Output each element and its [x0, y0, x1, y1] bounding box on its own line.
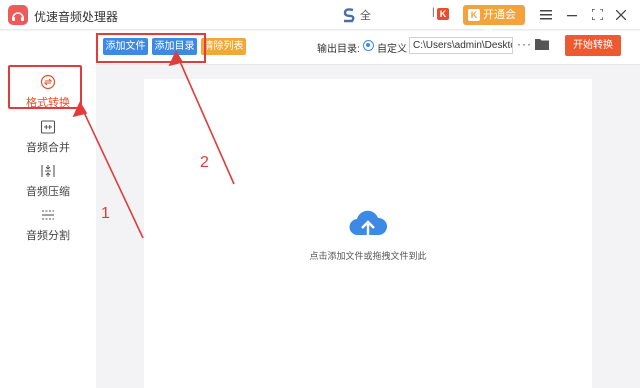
- output-dir-label: 输出目录:: [317, 44, 360, 55]
- vip-button[interactable]: K 开通会员: [463, 5, 525, 41]
- drop-hint-text: 点击添加文件或拖拽文件到此: [309, 251, 427, 261]
- sidebar-item-audio-merge[interactable]: 音频合并: [0, 117, 96, 161]
- folder-icon[interactable]: [535, 38, 549, 50]
- sidebar-item-label: 音频合并: [26, 142, 70, 154]
- app-logo-icon: [8, 5, 28, 25]
- app-title: 优速音频处理器: [34, 10, 119, 24]
- custom-radio[interactable]: [363, 40, 374, 51]
- sidebar-item-audio-compress[interactable]: 音频压缩: [0, 161, 96, 205]
- cloud-upload-icon[interactable]: [349, 209, 387, 241]
- annotation-box-2: [96, 33, 206, 63]
- s-logo-text: 全: [360, 10, 371, 22]
- title-bar: 优速音频处理器 全 | K K 开通会员: [0, 0, 640, 41]
- close-icon[interactable]: [612, 6, 630, 24]
- k-badge-icon[interactable]: K: [437, 8, 449, 20]
- compress-icon: [41, 165, 55, 177]
- k-pipe: |: [432, 7, 435, 18]
- more-options-button[interactable]: ···: [517, 37, 532, 51]
- custom-radio-label: 自定义: [377, 44, 407, 55]
- sidebar-item-label: 音频压缩: [26, 186, 70, 198]
- maximize-icon[interactable]: [588, 6, 606, 24]
- output-path-input[interactable]: [409, 37, 513, 54]
- sidebar-item-label: 音频分割: [26, 230, 70, 242]
- annotation-box-1: [8, 65, 82, 109]
- clear-list-button[interactable]: 清除列表: [201, 38, 246, 55]
- merge-icon: [40, 120, 56, 134]
- s-logo-icon: [343, 8, 355, 23]
- annotation-number-2: 2: [200, 154, 209, 171]
- split-icon: [42, 210, 54, 220]
- menu-icon[interactable]: [537, 6, 555, 24]
- sidebar-item-audio-split[interactable]: 音频分割: [0, 205, 96, 249]
- minimize-icon[interactable]: [563, 6, 581, 24]
- start-convert-button[interactable]: 开始转换: [565, 35, 621, 56]
- annotation-number-1: 1: [101, 205, 110, 222]
- vip-k-icon: K: [468, 9, 480, 21]
